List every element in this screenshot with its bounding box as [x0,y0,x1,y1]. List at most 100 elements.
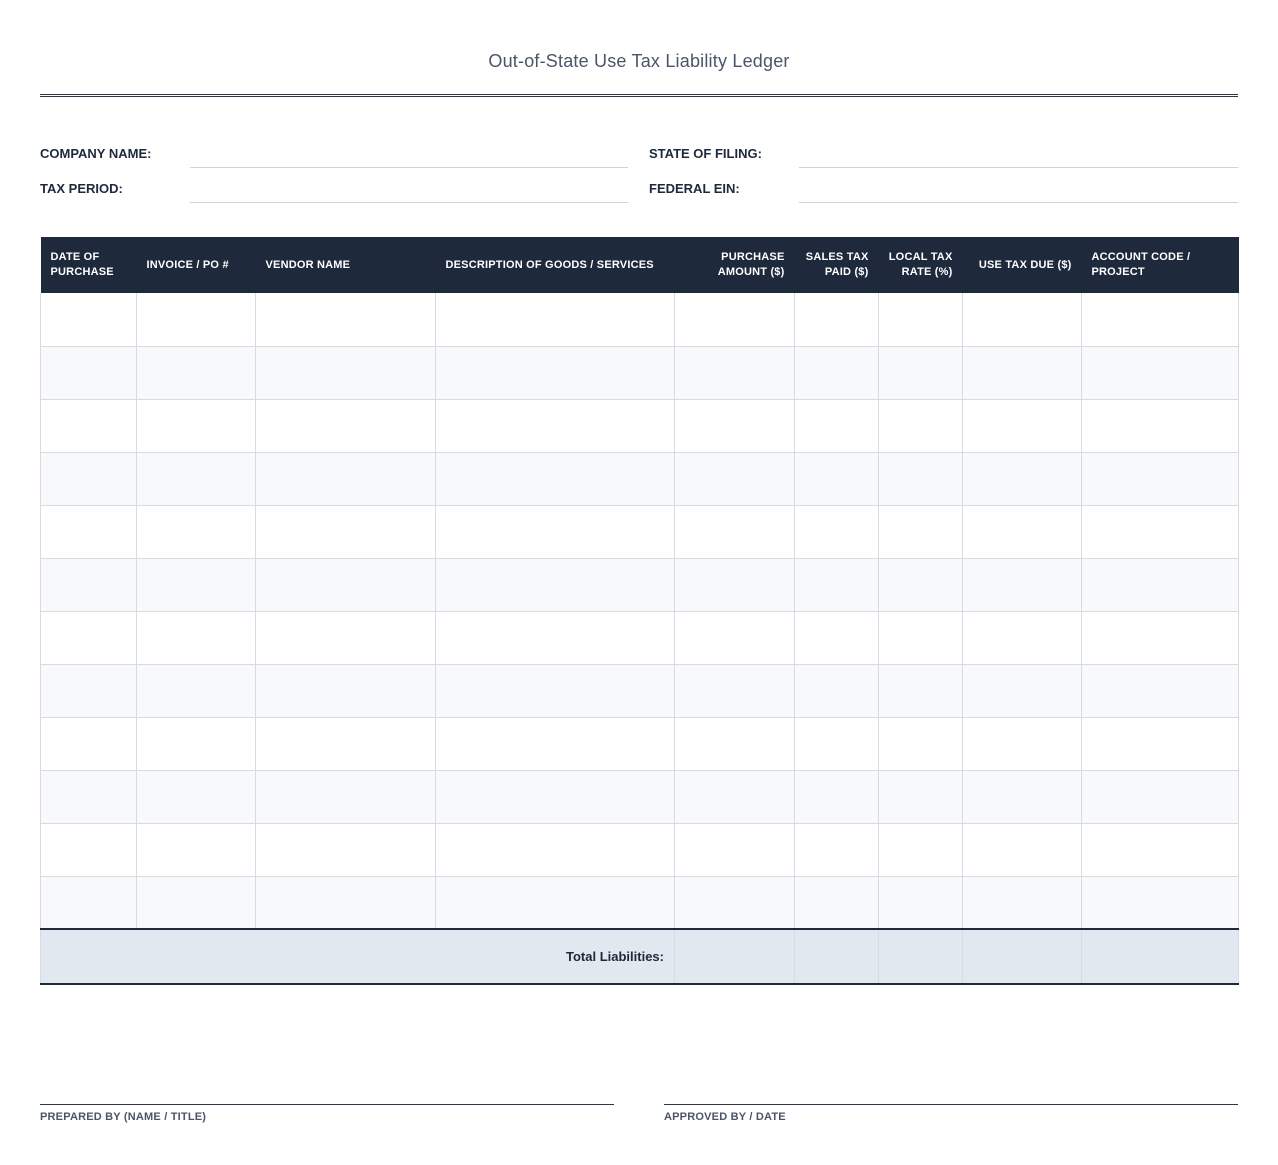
cell-description[interactable] [435,557,675,612]
cell-description[interactable] [435,293,675,347]
cell-invoice-po[interactable] [136,716,256,771]
cell-vendor-name[interactable] [255,822,436,877]
cell-invoice-po[interactable] [136,398,256,453]
cell-vendor-name[interactable] [255,875,436,930]
state-of-filing-input[interactable] [799,167,1238,168]
cell-date-of-purchase[interactable] [40,663,137,718]
cell-sales-tax-paid[interactable] [794,504,879,559]
cell-invoice-po[interactable] [136,663,256,718]
total-use-tax-due-cell[interactable] [962,928,1082,985]
cell-sales-tax-paid[interactable] [794,557,879,612]
prepared-by-signature-line[interactable]: PREPARED BY (NAME / TITLE) [40,1104,614,1123]
cell-account-code[interactable] [1081,398,1239,453]
cell-purchase-amount[interactable] [674,716,795,771]
cell-invoice-po[interactable] [136,504,256,559]
cell-vendor-name[interactable] [255,716,436,771]
cell-description[interactable] [435,822,675,877]
cell-invoice-po[interactable] [136,345,256,400]
cell-purchase-amount[interactable] [674,663,795,718]
cell-date-of-purchase[interactable] [40,557,137,612]
cell-use-tax-due[interactable] [962,504,1082,559]
cell-date-of-purchase[interactable] [40,822,137,877]
cell-local-tax-rate[interactable] [878,398,963,453]
cell-sales-tax-paid[interactable] [794,875,879,930]
cell-account-code[interactable] [1081,451,1239,506]
cell-use-tax-due[interactable] [962,398,1082,453]
cell-description[interactable] [435,875,675,930]
cell-date-of-purchase[interactable] [40,293,137,347]
cell-sales-tax-paid[interactable] [794,663,879,718]
total-local-tax-rate-cell[interactable] [878,928,963,985]
cell-use-tax-due[interactable] [962,557,1082,612]
cell-description[interactable] [435,610,675,665]
cell-description[interactable] [435,769,675,824]
cell-description[interactable] [435,504,675,559]
cell-use-tax-due[interactable] [962,716,1082,771]
cell-sales-tax-paid[interactable] [794,769,879,824]
cell-account-code[interactable] [1081,504,1239,559]
cell-description[interactable] [435,663,675,718]
cell-use-tax-due[interactable] [962,769,1082,824]
cell-account-code[interactable] [1081,822,1239,877]
cell-vendor-name[interactable] [255,451,436,506]
cell-date-of-purchase[interactable] [40,716,137,771]
cell-vendor-name[interactable] [255,398,436,453]
cell-date-of-purchase[interactable] [40,398,137,453]
cell-purchase-amount[interactable] [674,769,795,824]
cell-vendor-name[interactable] [255,610,436,665]
cell-account-code[interactable] [1081,663,1239,718]
cell-purchase-amount[interactable] [674,504,795,559]
cell-local-tax-rate[interactable] [878,716,963,771]
cell-invoice-po[interactable] [136,822,256,877]
total-account-code-cell[interactable] [1081,928,1239,985]
cell-vendor-name[interactable] [255,663,436,718]
approved-by-signature-line[interactable]: APPROVED BY / DATE [664,1104,1238,1123]
total-sales-tax-paid-cell[interactable] [794,928,879,985]
cell-purchase-amount[interactable] [674,610,795,665]
cell-use-tax-due[interactable] [962,875,1082,930]
cell-invoice-po[interactable] [136,769,256,824]
cell-vendor-name[interactable] [255,557,436,612]
cell-use-tax-due[interactable] [962,822,1082,877]
cell-description[interactable] [435,345,675,400]
cell-use-tax-due[interactable] [962,345,1082,400]
cell-purchase-amount[interactable] [674,557,795,612]
cell-sales-tax-paid[interactable] [794,610,879,665]
cell-vendor-name[interactable] [255,293,436,347]
cell-use-tax-due[interactable] [962,293,1082,347]
cell-local-tax-rate[interactable] [878,663,963,718]
cell-description[interactable] [435,451,675,506]
cell-purchase-amount[interactable] [674,451,795,506]
cell-vendor-name[interactable] [255,769,436,824]
cell-purchase-amount[interactable] [674,875,795,930]
cell-local-tax-rate[interactable] [878,557,963,612]
cell-vendor-name[interactable] [255,504,436,559]
total-purchase-amount-cell[interactable] [674,928,795,985]
cell-sales-tax-paid[interactable] [794,822,879,877]
cell-invoice-po[interactable] [136,875,256,930]
tax-period-input[interactable] [190,202,628,203]
cell-use-tax-due[interactable] [962,451,1082,506]
cell-local-tax-rate[interactable] [878,504,963,559]
cell-account-code[interactable] [1081,769,1239,824]
cell-invoice-po[interactable] [136,293,256,347]
cell-date-of-purchase[interactable] [40,451,137,506]
company-name-input[interactable] [190,167,628,168]
cell-local-tax-rate[interactable] [878,451,963,506]
cell-purchase-amount[interactable] [674,293,795,347]
cell-use-tax-due[interactable] [962,663,1082,718]
cell-local-tax-rate[interactable] [878,610,963,665]
cell-invoice-po[interactable] [136,557,256,612]
cell-local-tax-rate[interactable] [878,875,963,930]
cell-account-code[interactable] [1081,610,1239,665]
cell-sales-tax-paid[interactable] [794,293,879,347]
cell-invoice-po[interactable] [136,451,256,506]
cell-description[interactable] [435,716,675,771]
cell-date-of-purchase[interactable] [40,345,137,400]
cell-sales-tax-paid[interactable] [794,451,879,506]
cell-description[interactable] [435,398,675,453]
cell-account-code[interactable] [1081,345,1239,400]
cell-account-code[interactable] [1081,875,1239,930]
cell-date-of-purchase[interactable] [40,610,137,665]
cell-sales-tax-paid[interactable] [794,716,879,771]
